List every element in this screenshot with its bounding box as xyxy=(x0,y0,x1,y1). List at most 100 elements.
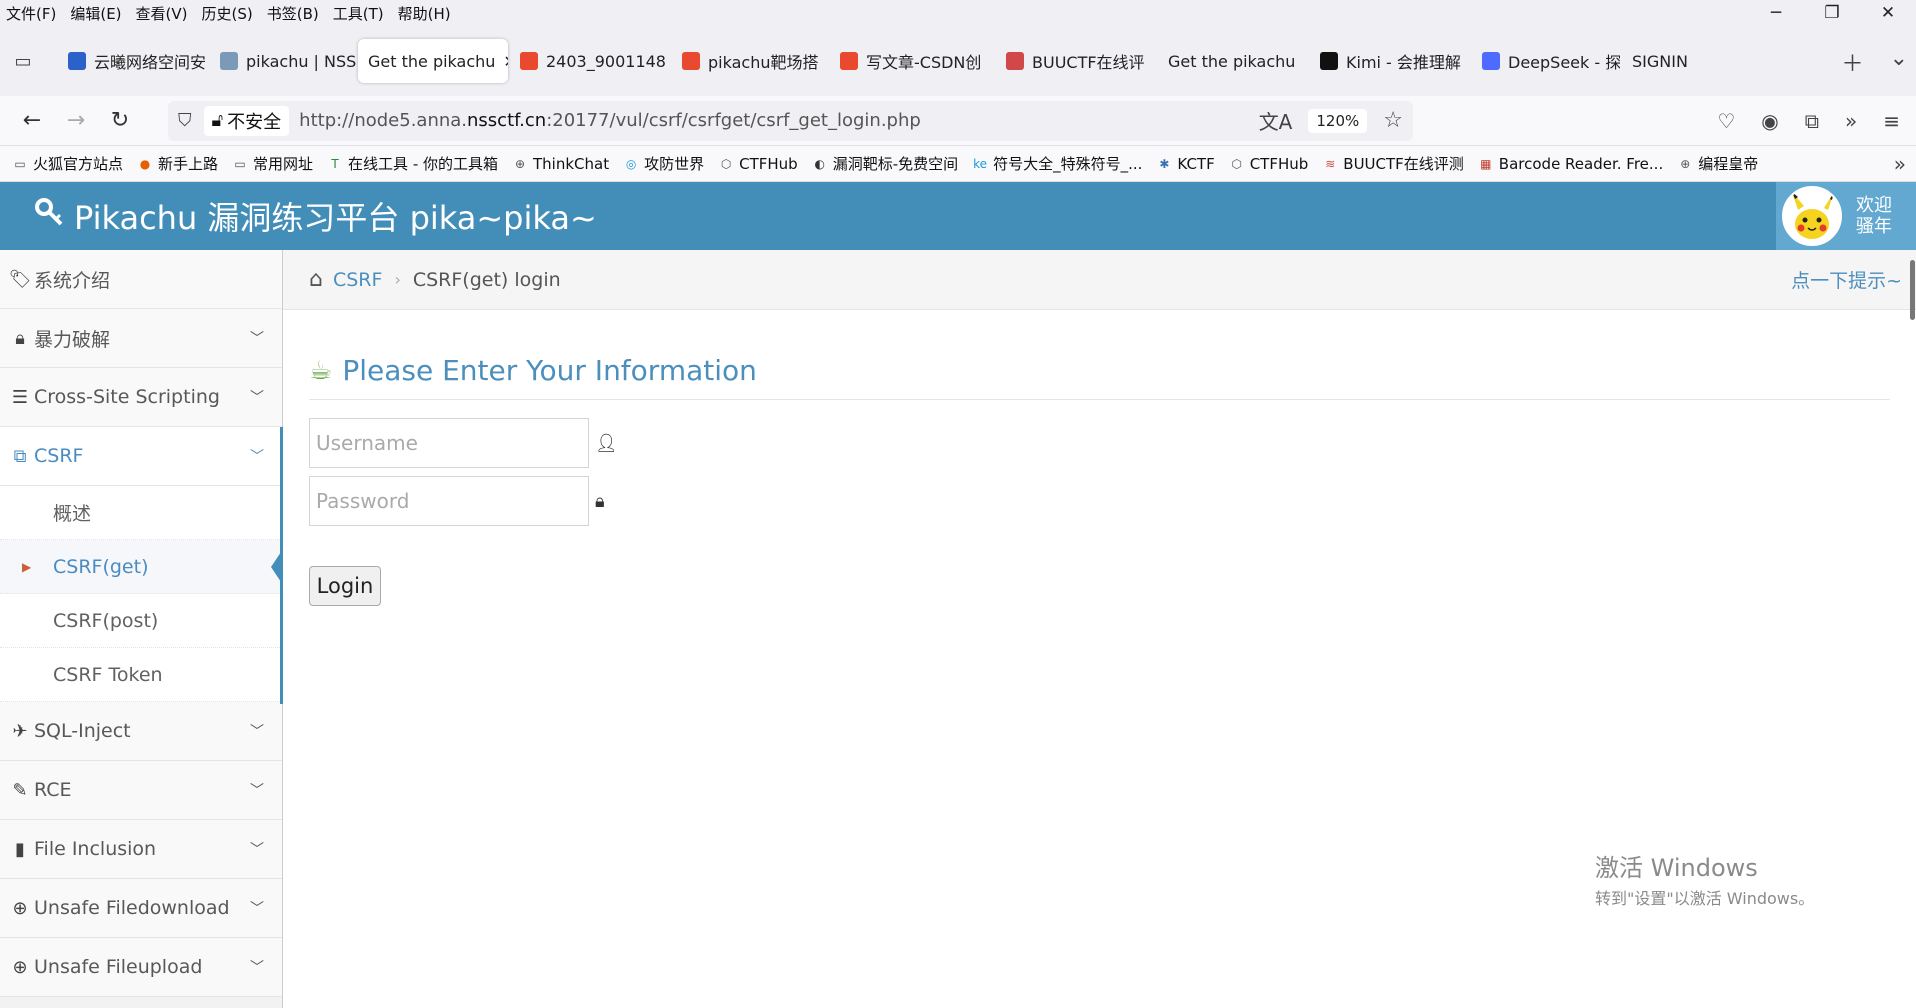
sidebar-item-csrf[interactable]: ⧉ CSRF ﹀ xyxy=(0,427,282,486)
menu-tools[interactable]: 工具(T) xyxy=(333,3,384,24)
toolbar-icons: ♡ ◉ ⧉ » ≡ xyxy=(1717,109,1900,133)
chevron-down-icon: ﹀ xyxy=(250,783,264,799)
sidebar-item-file-inclusion[interactable]: ▮ File Inclusion ﹀ xyxy=(0,820,282,879)
tab-3[interactable]: 2403_9001148 xyxy=(510,39,670,83)
menu-help[interactable]: 帮助(H) xyxy=(398,3,451,24)
bookmark-item[interactable]: ke 符号大全_特殊符号_... xyxy=(972,153,1142,174)
sidebar-item-label: 系统介绍 xyxy=(34,269,111,292)
bookmark-item[interactable]: T 在线工具 - 你的工具箱 xyxy=(327,153,498,174)
sidebar-item-intro[interactable]: 🏷︎ 系统介绍 xyxy=(0,250,282,309)
back-arrow-icon[interactable]: ← xyxy=(14,103,50,139)
chevron-down-icon: ﹀ xyxy=(250,331,264,347)
chevron-down-icon: ﹀ xyxy=(250,390,264,406)
menu-bookmarks[interactable]: 书签(B) xyxy=(267,3,319,24)
restore-button[interactable]: ❐ xyxy=(1804,0,1860,26)
folder-icon: ▭ xyxy=(234,156,246,171)
sidebar-item-unsafe-filedownload[interactable]: ⊕ Unsafe Filedownload ﹀ xyxy=(0,879,282,938)
bookmark-item[interactable]: ⬡ CTFHub xyxy=(1229,155,1308,173)
url-text[interactable]: http://node5.anna.nssctf.cn:20177/vul/cs… xyxy=(299,110,1259,131)
bookmark-item[interactable]: ▦ Barcode Reader. Fre... xyxy=(1478,155,1663,173)
password-input[interactable] xyxy=(309,476,589,526)
tab-1[interactable]: pikachu | NSSC xyxy=(210,39,356,83)
tags-icon: 🏷︎ xyxy=(8,268,32,290)
sidebar-item-sql-inject[interactable]: ✈ SQL-Inject ﹀ xyxy=(0,702,282,761)
tab-0[interactable]: 云曦网络空间安 xyxy=(58,39,208,83)
bookmark-item[interactable]: ⊕ ThinkChat xyxy=(512,155,609,173)
login-button[interactable]: Login xyxy=(309,566,381,606)
sidebar-item-unsafe-fileupload[interactable]: ⊕ Unsafe Fileupload ﹀ xyxy=(0,938,282,997)
username-input[interactable] xyxy=(309,418,589,468)
sidebar-subitem-csrf-token[interactable]: CSRF Token xyxy=(0,648,282,702)
tab-10[interactable]: SIGNIN xyxy=(1622,39,1702,83)
zoom-level[interactable]: 120% xyxy=(1308,108,1368,133)
tab-label: 写文章-CSDN创 xyxy=(866,53,982,72)
sidebar-item-label: SQL-Inject xyxy=(34,720,131,742)
bookmark-item[interactable]: ● 新手上路 xyxy=(137,153,218,174)
overflow-chevrons-icon[interactable]: » xyxy=(1845,109,1857,133)
account-icon[interactable]: ◉ xyxy=(1761,109,1778,133)
scrollbar-thumb[interactable] xyxy=(1910,260,1915,320)
insecure-indicator[interactable]: 🔓︎ 不安全 xyxy=(203,105,290,136)
extensions-icon[interactable]: ⧉ xyxy=(1805,109,1819,133)
tab-2[interactable]: Get the pikachu ✕ xyxy=(358,39,508,83)
bookmarks-overflow-icon[interactable]: » xyxy=(1894,152,1906,176)
username-row: 👤︎ xyxy=(309,418,1890,468)
tab-close-icon[interactable]: ✕ xyxy=(503,52,508,71)
close-window-button[interactable]: ✕ xyxy=(1860,0,1916,26)
tab-5[interactable]: 写文章-CSDN创 xyxy=(830,39,994,83)
menu-history[interactable]: 历史(S) xyxy=(202,3,253,24)
tab-4[interactable]: pikachu靶场搭 xyxy=(672,39,828,83)
menu-edit[interactable]: 编辑(E) xyxy=(70,3,121,24)
forward-arrow-icon[interactable]: → xyxy=(58,103,94,139)
user-icon: 👤︎ xyxy=(595,432,618,454)
tab-overflow-chevron-icon[interactable]: ⌄ xyxy=(1890,46,1908,78)
sidebar-subitem-csrf-post[interactable]: CSRF(post) xyxy=(0,594,282,648)
bookmark-item[interactable]: ✱ KCTF xyxy=(1156,155,1214,173)
translate-icon[interactable]: 文A xyxy=(1259,106,1293,135)
url-bar[interactable]: ⛉ 🔓︎ 不安全 http://node5.anna.nssctf.cn:201… xyxy=(168,100,1413,141)
tab-6[interactable]: BUUCTF在线评 xyxy=(996,39,1156,83)
ctfhub-icon: ⬡ xyxy=(720,156,732,171)
bookmark-star-icon[interactable]: ☆ xyxy=(1383,108,1403,133)
menu-view[interactable]: 查看(V) xyxy=(136,3,188,24)
bookmark-item[interactable]: ▭ 火狐官方站点 xyxy=(12,153,123,174)
bookmark-label: 漏洞靶标-免费空间 xyxy=(832,155,959,173)
main-content: ⌂ CSRF › CSRF(get) login 点一下提示~ ☕︎ Pleas… xyxy=(283,250,1916,1008)
navigation-bar: ← → ↻ ⛉ 🔓︎ 不安全 http://node5.anna.nssctf.… xyxy=(0,96,1916,146)
bookmark-item[interactable]: ≋ BUUCTF在线评测 xyxy=(1322,153,1464,174)
scrollbar[interactable] xyxy=(1908,250,1916,1008)
pocket-icon[interactable]: ♡ xyxy=(1717,109,1735,133)
sidebar-subitem-overview[interactable]: 概述 xyxy=(0,486,282,540)
tab-label: 2403_9001148 xyxy=(546,51,666,71)
hamburger-menu-icon[interactable]: ≡ xyxy=(1883,109,1900,133)
watermark-line-1: 激活 Windows xyxy=(1595,854,1758,882)
lock-icon: 🔒︎ xyxy=(15,327,25,349)
sidebar-subitem-label: CSRF(post) xyxy=(53,609,159,632)
bookmark-item[interactable]: ⬡ CTFHub xyxy=(718,155,798,173)
tab-list-icon[interactable]: ▭ xyxy=(10,48,36,74)
bookmark-item[interactable]: ⊕ 编程皇帝 xyxy=(1677,153,1758,174)
bookmark-item[interactable]: ◎ 攻防世界 xyxy=(623,153,704,174)
menu-file[interactable]: 文件(F) xyxy=(6,3,56,24)
new-tab-icon[interactable]: ＋ xyxy=(1842,46,1864,78)
tab-8[interactable]: Kimi - 会推理解 xyxy=(1310,39,1470,83)
barcode-icon: ▦ xyxy=(1480,156,1492,171)
minimize-button[interactable]: ─ xyxy=(1748,0,1804,26)
tab-7[interactable]: Get the pikachu xyxy=(1158,39,1308,83)
user-menu[interactable]: 欢迎 骚年 xyxy=(1776,182,1916,250)
hint-link[interactable]: 点一下提示~ xyxy=(1791,266,1902,293)
sidebar-item-rce[interactable]: ✎ RCE ﹀ xyxy=(0,761,282,820)
reload-icon[interactable]: ↻ xyxy=(102,103,138,139)
home-icon[interactable]: ⌂ xyxy=(309,267,323,292)
breadcrumb-link-csrf[interactable]: CSRF xyxy=(333,269,382,291)
bookmark-item[interactable]: ▭ 常用网址 xyxy=(232,153,313,174)
sidebar-item-xss[interactable]: ☰ Cross-Site Scripting ﹀ xyxy=(0,368,282,427)
tab-9[interactable]: DeepSeek - 探 xyxy=(1472,39,1620,83)
sidebar-subitem-csrf-get[interactable]: ▶ CSRF(get) xyxy=(0,540,283,594)
sidebar-item-label: File Inclusion xyxy=(34,838,157,860)
bookmark-item[interactable]: ◐ 漏洞靶标-免费空间 xyxy=(812,153,958,174)
sidebar-subitem-label: CSRF Token xyxy=(53,663,163,686)
brand[interactable]: Pikachu 漏洞练习平台 pika~pika~ xyxy=(34,193,597,239)
shield-icon[interactable]: ⛉ xyxy=(178,110,192,131)
sidebar-item-bruteforce[interactable]: 🔒︎ 暴力破解 ﹀ xyxy=(0,309,282,368)
